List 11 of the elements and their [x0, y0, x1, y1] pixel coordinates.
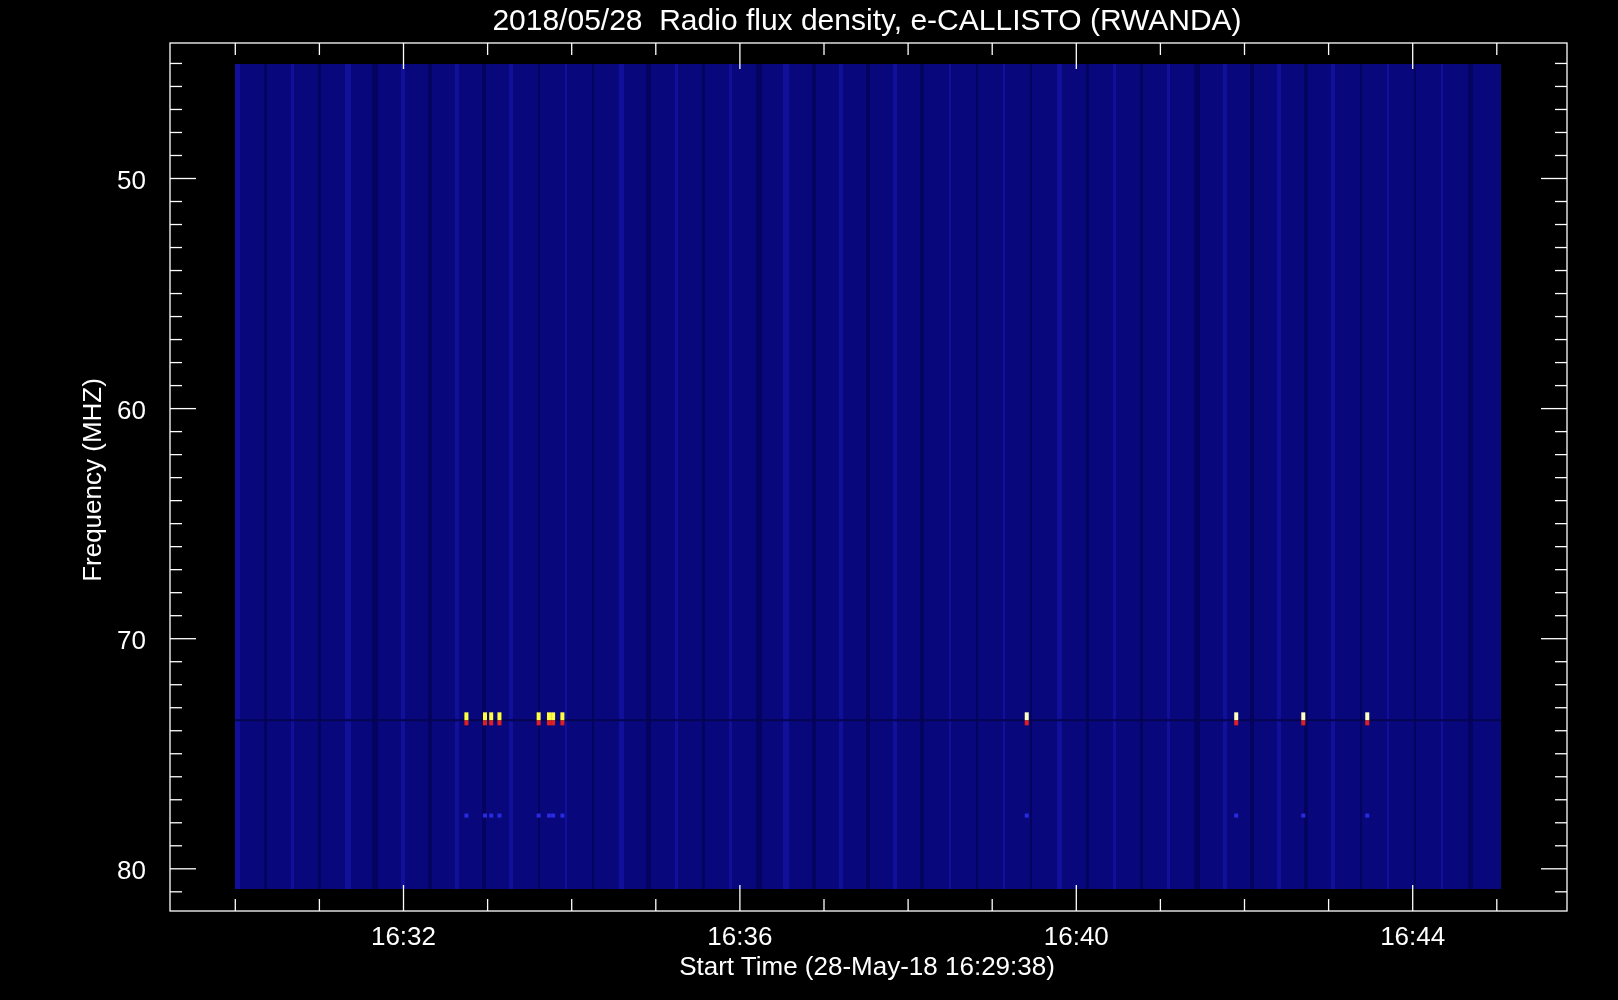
x-axis-label: Start Time (28-May-18 16:29:38): [679, 951, 1055, 981]
y-tick-label: 80: [117, 854, 146, 885]
x-tick-label: 16:44: [1380, 921, 1446, 951]
y-axis-label: Frequency (MHZ): [77, 378, 107, 582]
y-tick-label: 50: [117, 164, 146, 195]
x-tick-label: 16:32: [370, 921, 437, 951]
chart-title: 2018/05/28 Radio flux density, e-CALLISTO (RWANDA): [492, 3, 1242, 36]
y-tick-label: 70: [117, 624, 146, 655]
x-tick-label: 16:36: [707, 921, 773, 951]
y-tick-label: 60: [117, 394, 146, 425]
x-tick-label: 16:40: [1043, 921, 1109, 951]
